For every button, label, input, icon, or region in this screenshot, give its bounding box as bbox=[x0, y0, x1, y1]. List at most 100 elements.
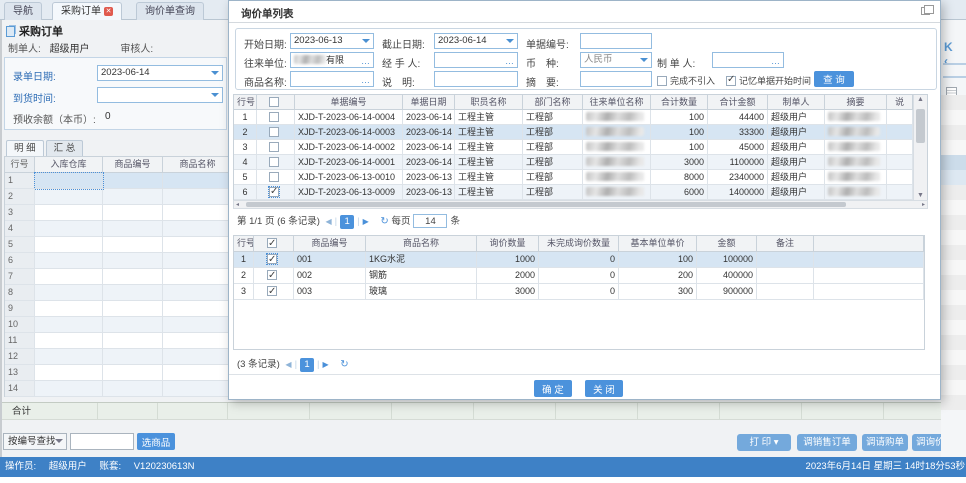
refresh-icon[interactable]: ↻ bbox=[380, 216, 388, 227]
table-row[interactable]: 5 bbox=[5, 237, 228, 253]
table-row[interactable]: 10 bbox=[5, 317, 228, 333]
ellipsis-button[interactable]: … bbox=[361, 54, 371, 68]
checkbox-exclude[interactable]: 完成不引入 bbox=[657, 74, 715, 87]
chevron-down-icon[interactable] bbox=[640, 58, 648, 66]
row-select[interactable] bbox=[257, 170, 295, 185]
checkbox-icon[interactable] bbox=[269, 97, 279, 107]
table-row[interactable]: 2 bbox=[5, 189, 228, 205]
per-page-input[interactable]: 14 bbox=[413, 214, 447, 228]
dlg-maker-input[interactable]: … bbox=[712, 52, 784, 68]
chevron-down-icon[interactable] bbox=[55, 439, 63, 447]
prev-page-icon[interactable]: ◀ bbox=[326, 217, 332, 226]
tab-inquiry-query[interactable]: 询价单查询 bbox=[136, 2, 204, 20]
checkbox-remember[interactable]: 记忆单据开始时间 bbox=[726, 74, 811, 87]
table-row[interactable]: 12 bbox=[5, 349, 228, 365]
table-row[interactable]: 10011KG水泥10000100100000 bbox=[234, 252, 924, 268]
start-date-input[interactable]: 2023-06-13 bbox=[290, 33, 374, 49]
checkbox-icon[interactable] bbox=[267, 238, 277, 248]
note-input[interactable] bbox=[434, 71, 518, 87]
summary-input[interactable] bbox=[580, 71, 652, 87]
footer-button-2[interactable]: 调请购单 bbox=[862, 434, 908, 451]
ellipsis-button[interactable]: … bbox=[361, 73, 371, 87]
footer-button-0[interactable]: 打 印 ▾ bbox=[737, 434, 791, 451]
checkbox-icon[interactable] bbox=[657, 76, 667, 86]
table-row[interactable]: 7 bbox=[5, 269, 228, 285]
scrollbar-thumb[interactable] bbox=[916, 109, 925, 143]
checkbox-icon[interactable] bbox=[267, 270, 277, 280]
search-input[interactable] bbox=[70, 433, 134, 450]
refresh-icon[interactable]: ↻ bbox=[340, 359, 348, 370]
tab-detail[interactable]: 明 细 bbox=[6, 140, 44, 156]
row-select[interactable] bbox=[254, 252, 294, 268]
checkbox-icon[interactable] bbox=[269, 172, 279, 182]
checkbox-icon[interactable] bbox=[269, 157, 279, 167]
product-name-input[interactable]: … bbox=[290, 71, 374, 87]
table-row[interactable]: 4XJD-T-2023-06-14-00012023-06-14工程主管工程部3… bbox=[234, 155, 913, 170]
table-row[interactable]: 8 bbox=[5, 285, 228, 301]
table-row[interactable]: 6XJD-T-2023-06-13-00092023-06-13工程主管工程部6… bbox=[234, 185, 913, 200]
tab-summary[interactable]: 汇 总 bbox=[46, 140, 84, 156]
table-row[interactable]: 11 bbox=[5, 333, 228, 349]
chevron-down-icon[interactable] bbox=[362, 39, 370, 47]
vertical-scrollbar[interactable]: ▲▼ bbox=[913, 95, 927, 200]
maximize-icon[interactable] bbox=[921, 7, 930, 15]
next-page-icon[interactable]: ▶ bbox=[363, 217, 369, 226]
end-date-input[interactable]: 2023-06-14 bbox=[434, 33, 518, 49]
handler-input[interactable]: … bbox=[434, 52, 518, 68]
chevron-down-icon[interactable] bbox=[506, 39, 514, 47]
table-row[interactable]: 5XJD-T-2023-06-13-00102023-06-13工程主管工程部8… bbox=[234, 170, 913, 185]
row-select[interactable] bbox=[257, 125, 295, 140]
row-select[interactable] bbox=[257, 140, 295, 155]
footer-button-1[interactable]: 调销售订单 bbox=[797, 434, 857, 451]
record-date-input[interactable]: 2023-06-14 bbox=[97, 65, 223, 81]
table-row[interactable]: 3003玻璃30000300900000 bbox=[234, 284, 924, 300]
row-select[interactable] bbox=[257, 185, 295, 200]
doc-no-input[interactable] bbox=[580, 33, 652, 49]
current-page[interactable]: 1 bbox=[340, 215, 354, 229]
ellipsis-button[interactable]: … bbox=[771, 54, 781, 68]
currency-select[interactable]: 人民币 bbox=[580, 52, 652, 68]
table-row[interactable]: 6 bbox=[5, 253, 228, 269]
table-row[interactable]: 3 bbox=[5, 205, 228, 221]
dept-cell: 工程部 bbox=[523, 170, 583, 185]
table-row[interactable]: 13 bbox=[5, 365, 228, 381]
table-row[interactable]: 1XJD-T-2023-06-14-00042023-06-14工程主管工程部1… bbox=[234, 110, 913, 125]
ellipsis-button[interactable]: … bbox=[505, 54, 515, 68]
checkbox-icon[interactable] bbox=[269, 142, 279, 152]
chevron-down-icon[interactable] bbox=[211, 93, 219, 101]
ok-button[interactable]: 确 定 bbox=[534, 380, 572, 397]
tab-close-icon[interactable]: ✕ bbox=[104, 7, 113, 16]
tab-navigation[interactable]: 导航 bbox=[4, 2, 42, 20]
checkbox-icon[interactable] bbox=[269, 112, 279, 122]
table-row[interactable]: 9 bbox=[5, 301, 228, 317]
search-mode-select[interactable]: 按编号查找 bbox=[3, 433, 67, 450]
checkbox-icon[interactable] bbox=[269, 127, 279, 137]
close-button[interactable]: 关 闭 bbox=[585, 380, 623, 397]
table-row[interactable]: 14 bbox=[5, 381, 228, 397]
row-select[interactable] bbox=[254, 268, 294, 284]
table-row[interactable]: 2XJD-T-2023-06-14-00032023-06-14工程主管工程部1… bbox=[234, 125, 913, 140]
checkbox-icon[interactable] bbox=[269, 187, 279, 197]
horizontal-scrollbar[interactable]: ◂▸ bbox=[233, 200, 928, 209]
table-row[interactable]: 2002钢筋20000200400000 bbox=[234, 268, 924, 284]
current-page[interactable]: 1 bbox=[300, 358, 314, 372]
partner-input[interactable]: 有限… bbox=[290, 52, 374, 68]
checkbox-icon[interactable] bbox=[267, 286, 277, 296]
unit-price-cell: 300 bbox=[619, 284, 697, 300]
prev-page-icon[interactable]: ◀ bbox=[285, 360, 291, 369]
table-row[interactable]: 3XJD-T-2023-06-14-00022023-06-14工程主管工程部1… bbox=[234, 140, 913, 155]
checkbox-icon[interactable] bbox=[267, 254, 277, 264]
select-product-button[interactable]: 选商品 bbox=[137, 433, 175, 450]
row-select[interactable] bbox=[254, 284, 294, 300]
tab-purchase-order[interactable]: 采购订单✕ bbox=[52, 2, 122, 20]
checkbox-icon[interactable] bbox=[726, 76, 736, 86]
arrival-time-input[interactable] bbox=[97, 87, 223, 103]
row-select[interactable] bbox=[257, 155, 295, 170]
query-button[interactable]: 查 询 bbox=[814, 71, 854, 87]
table-row[interactable]: 4 bbox=[5, 221, 228, 237]
scrollbar-thumb[interactable] bbox=[246, 202, 846, 207]
chevron-down-icon[interactable] bbox=[211, 71, 219, 79]
row-select[interactable] bbox=[257, 110, 295, 125]
table-row[interactable]: 1 bbox=[5, 173, 228, 189]
next-page-icon[interactable]: ▶ bbox=[323, 360, 329, 369]
